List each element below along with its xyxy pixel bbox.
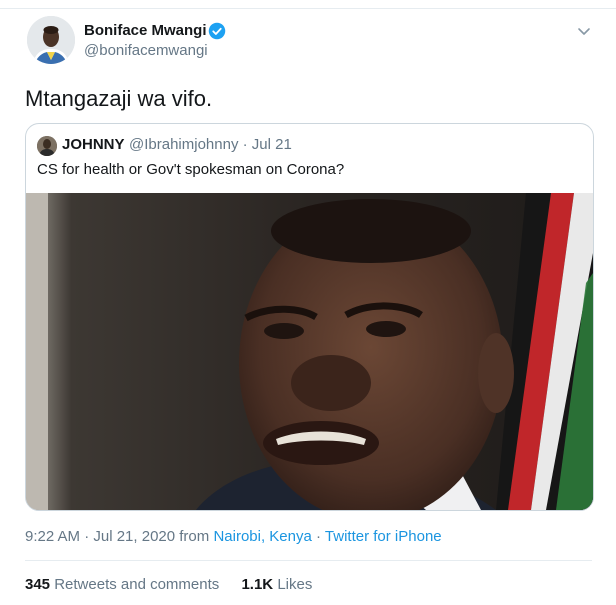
chevron-down-icon[interactable] — [576, 23, 592, 39]
retweets-count: 345 — [25, 576, 51, 593]
quoted-author-handle-date: @Ibrahimjohnny · Jul 21 — [129, 136, 292, 153]
author-name[interactable]: Boniface Mwangi — [84, 22, 207, 39]
tweet-stats: 345 Retweets and comments 1.1K Likes — [25, 576, 330, 593]
tweet-card: Boniface Mwangi @bonifacemwangi Mtangaza… — [0, 0, 616, 605]
retweets-stat[interactable]: 345 Retweets and comments — [25, 576, 223, 593]
quoted-text: CS for health or Gov't spokesman on Coro… — [37, 161, 345, 178]
likes-count: 1.1K — [241, 576, 274, 593]
quoted-author-name: JOHNNY — [62, 136, 125, 153]
tweet-text: Mtangazaji wa vifo. — [25, 86, 213, 111]
author-handle[interactable]: @bonifacemwangi — [84, 42, 208, 59]
top-divider — [0, 8, 616, 9]
stats-divider — [25, 560, 592, 561]
source-link[interactable]: Twitter for iPhone — [325, 528, 442, 545]
quoted-separator: · — [242, 136, 248, 153]
meta-separator: · — [316, 528, 321, 545]
location-link[interactable]: Nairobi, Kenya — [213, 528, 311, 545]
likes-label: Likes — [277, 576, 313, 593]
verified-badge-icon — [208, 22, 226, 40]
quoted-handle: @Ibrahimjohnny — [129, 136, 239, 153]
retweets-label: Retweets and comments — [54, 576, 220, 593]
author-avatar[interactable] — [27, 16, 75, 64]
quoted-author-avatar — [37, 136, 57, 156]
likes-stat[interactable]: 1.1K Likes — [241, 576, 312, 593]
quoted-date: Jul 21 — [251, 136, 292, 153]
tweet-meta: 9:22 AM · Jul 21, 2020 from Nairobi, Ken… — [25, 528, 442, 545]
quoted-tweet[interactable]: JOHNNY @Ibrahimjohnny · Jul 21 CS for he… — [25, 123, 594, 511]
quoted-photo[interactable] — [26, 193, 593, 510]
tweet-timestamp[interactable]: 9:22 AM · Jul 21, 2020 from — [25, 528, 209, 545]
